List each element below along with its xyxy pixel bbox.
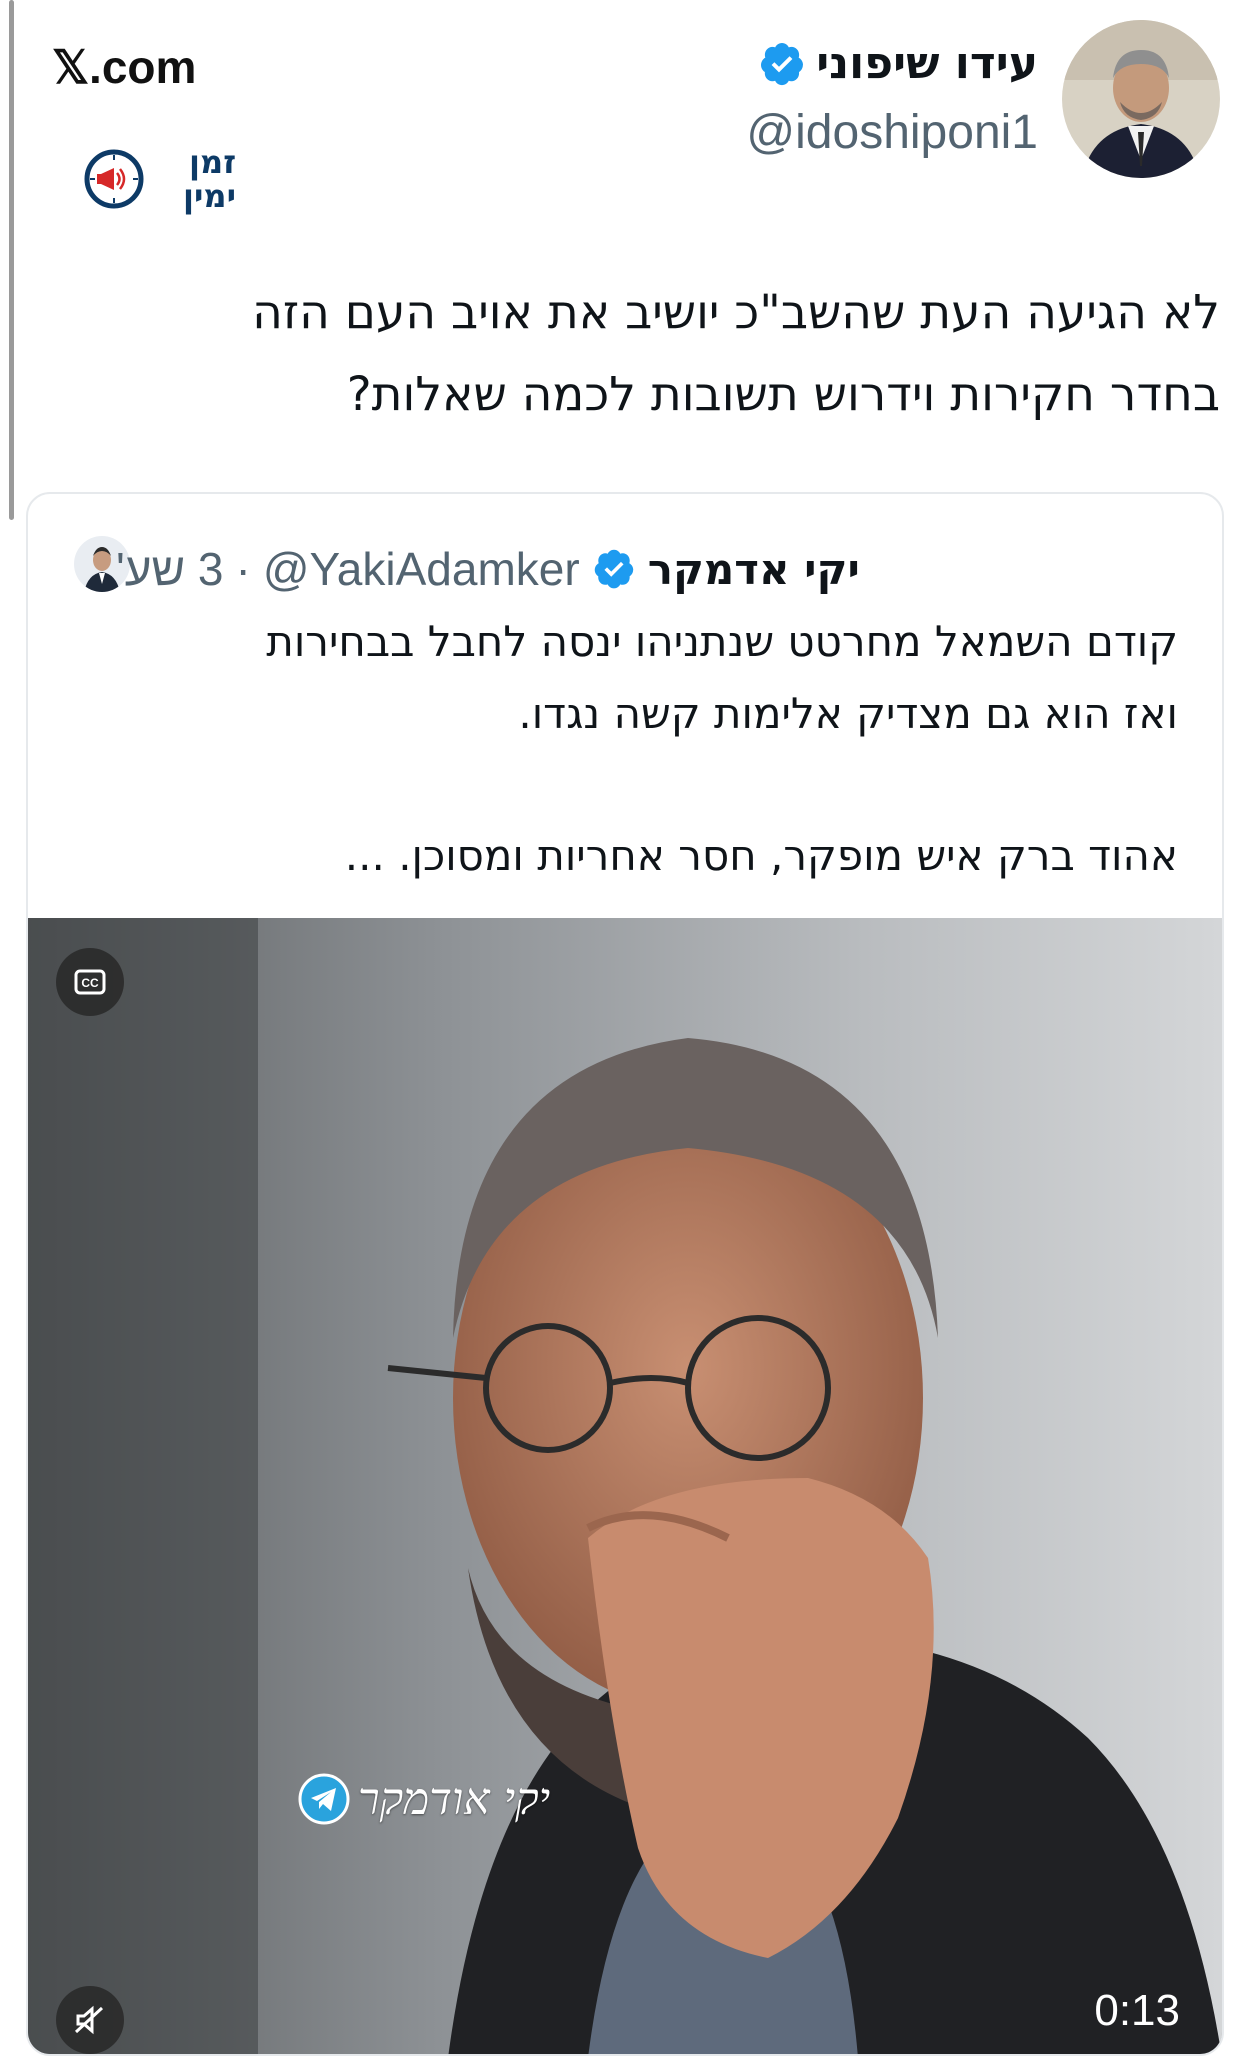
logo-text: זמן ימין — [156, 145, 236, 213]
tweet-text: לא הגיעה העת שהשב"כ יושיב את אויב העם הז… — [90, 272, 1220, 436]
closed-captions-icon: CC — [74, 969, 106, 995]
quoted-time[interactable]: 3 שע' — [116, 542, 224, 596]
video-duration: 0:13 — [1094, 1986, 1180, 2035]
quoted-text: קודם השמאל מחרטט שנתניהו ינסה לחבל בבחיר… — [78, 606, 1178, 892]
muted-speaker-icon — [74, 2005, 104, 2035]
quoted-line-2: ואז הוא גם מצדיק אלימות קשה נגדו. — [518, 689, 1178, 738]
svg-text:CC: CC — [81, 976, 99, 990]
quoted-tweet-card[interactable]: יקי אדמקר @YakiAdamker · 3 שע' קודם השמא… — [26, 492, 1224, 2056]
quoted-author-handle[interactable]: @YakiAdamker — [263, 542, 580, 596]
video-frame — [28, 918, 1222, 2054]
quoted-line-1: קודם השמאל מחרטט שנתניהו ינסה לחבל בבחיר… — [266, 617, 1178, 666]
tweet-line-2: בחדר חקירות וידרוש תשובות לכמה שאלות? — [346, 367, 1220, 422]
scroll-indicator — [9, 0, 14, 520]
author-name-row[interactable]: עידו שיפוני — [758, 38, 1038, 89]
video-player[interactable]: CC יקי אודמקר 0:13 — [28, 918, 1222, 2054]
separator-dot: · — [235, 543, 251, 595]
author-handle[interactable]: @idoshiponi1 — [746, 105, 1038, 160]
logo-line-2: ימין — [183, 177, 236, 215]
captions-button[interactable]: CC — [56, 948, 124, 1016]
author-photo — [1062, 20, 1220, 178]
logo-line-1: זמן — [189, 143, 236, 181]
verified-badge-icon — [594, 549, 633, 589]
author-avatar[interactable] — [1062, 20, 1220, 178]
megaphone-clock-icon — [84, 149, 144, 209]
quoted-header: יקי אדמקר @YakiAdamker · 3 שע' — [116, 542, 860, 596]
video-watermark: יקי אודמקר — [298, 1773, 550, 1825]
verified-badge-icon — [761, 42, 804, 85]
telegram-icon — [298, 1773, 350, 1825]
watermark-text: יקי אודמקר — [358, 1773, 551, 1825]
mute-button[interactable] — [56, 1986, 124, 2054]
site-label: 𝕏.com — [52, 41, 197, 93]
channel-logo: זמן ימין — [84, 145, 236, 225]
quoted-author-name[interactable]: יקי אדמקר — [648, 545, 860, 594]
quoted-line-3[interactable]: אהוד ברק איש מופקר, חסר אחריות ומסוכן. .… — [78, 820, 1178, 892]
tweet-line-1: לא הגיעה העת שהשב"כ יושיב את אויב העם הז… — [252, 285, 1220, 340]
author-name[interactable]: עידו שיפוני — [816, 38, 1038, 89]
